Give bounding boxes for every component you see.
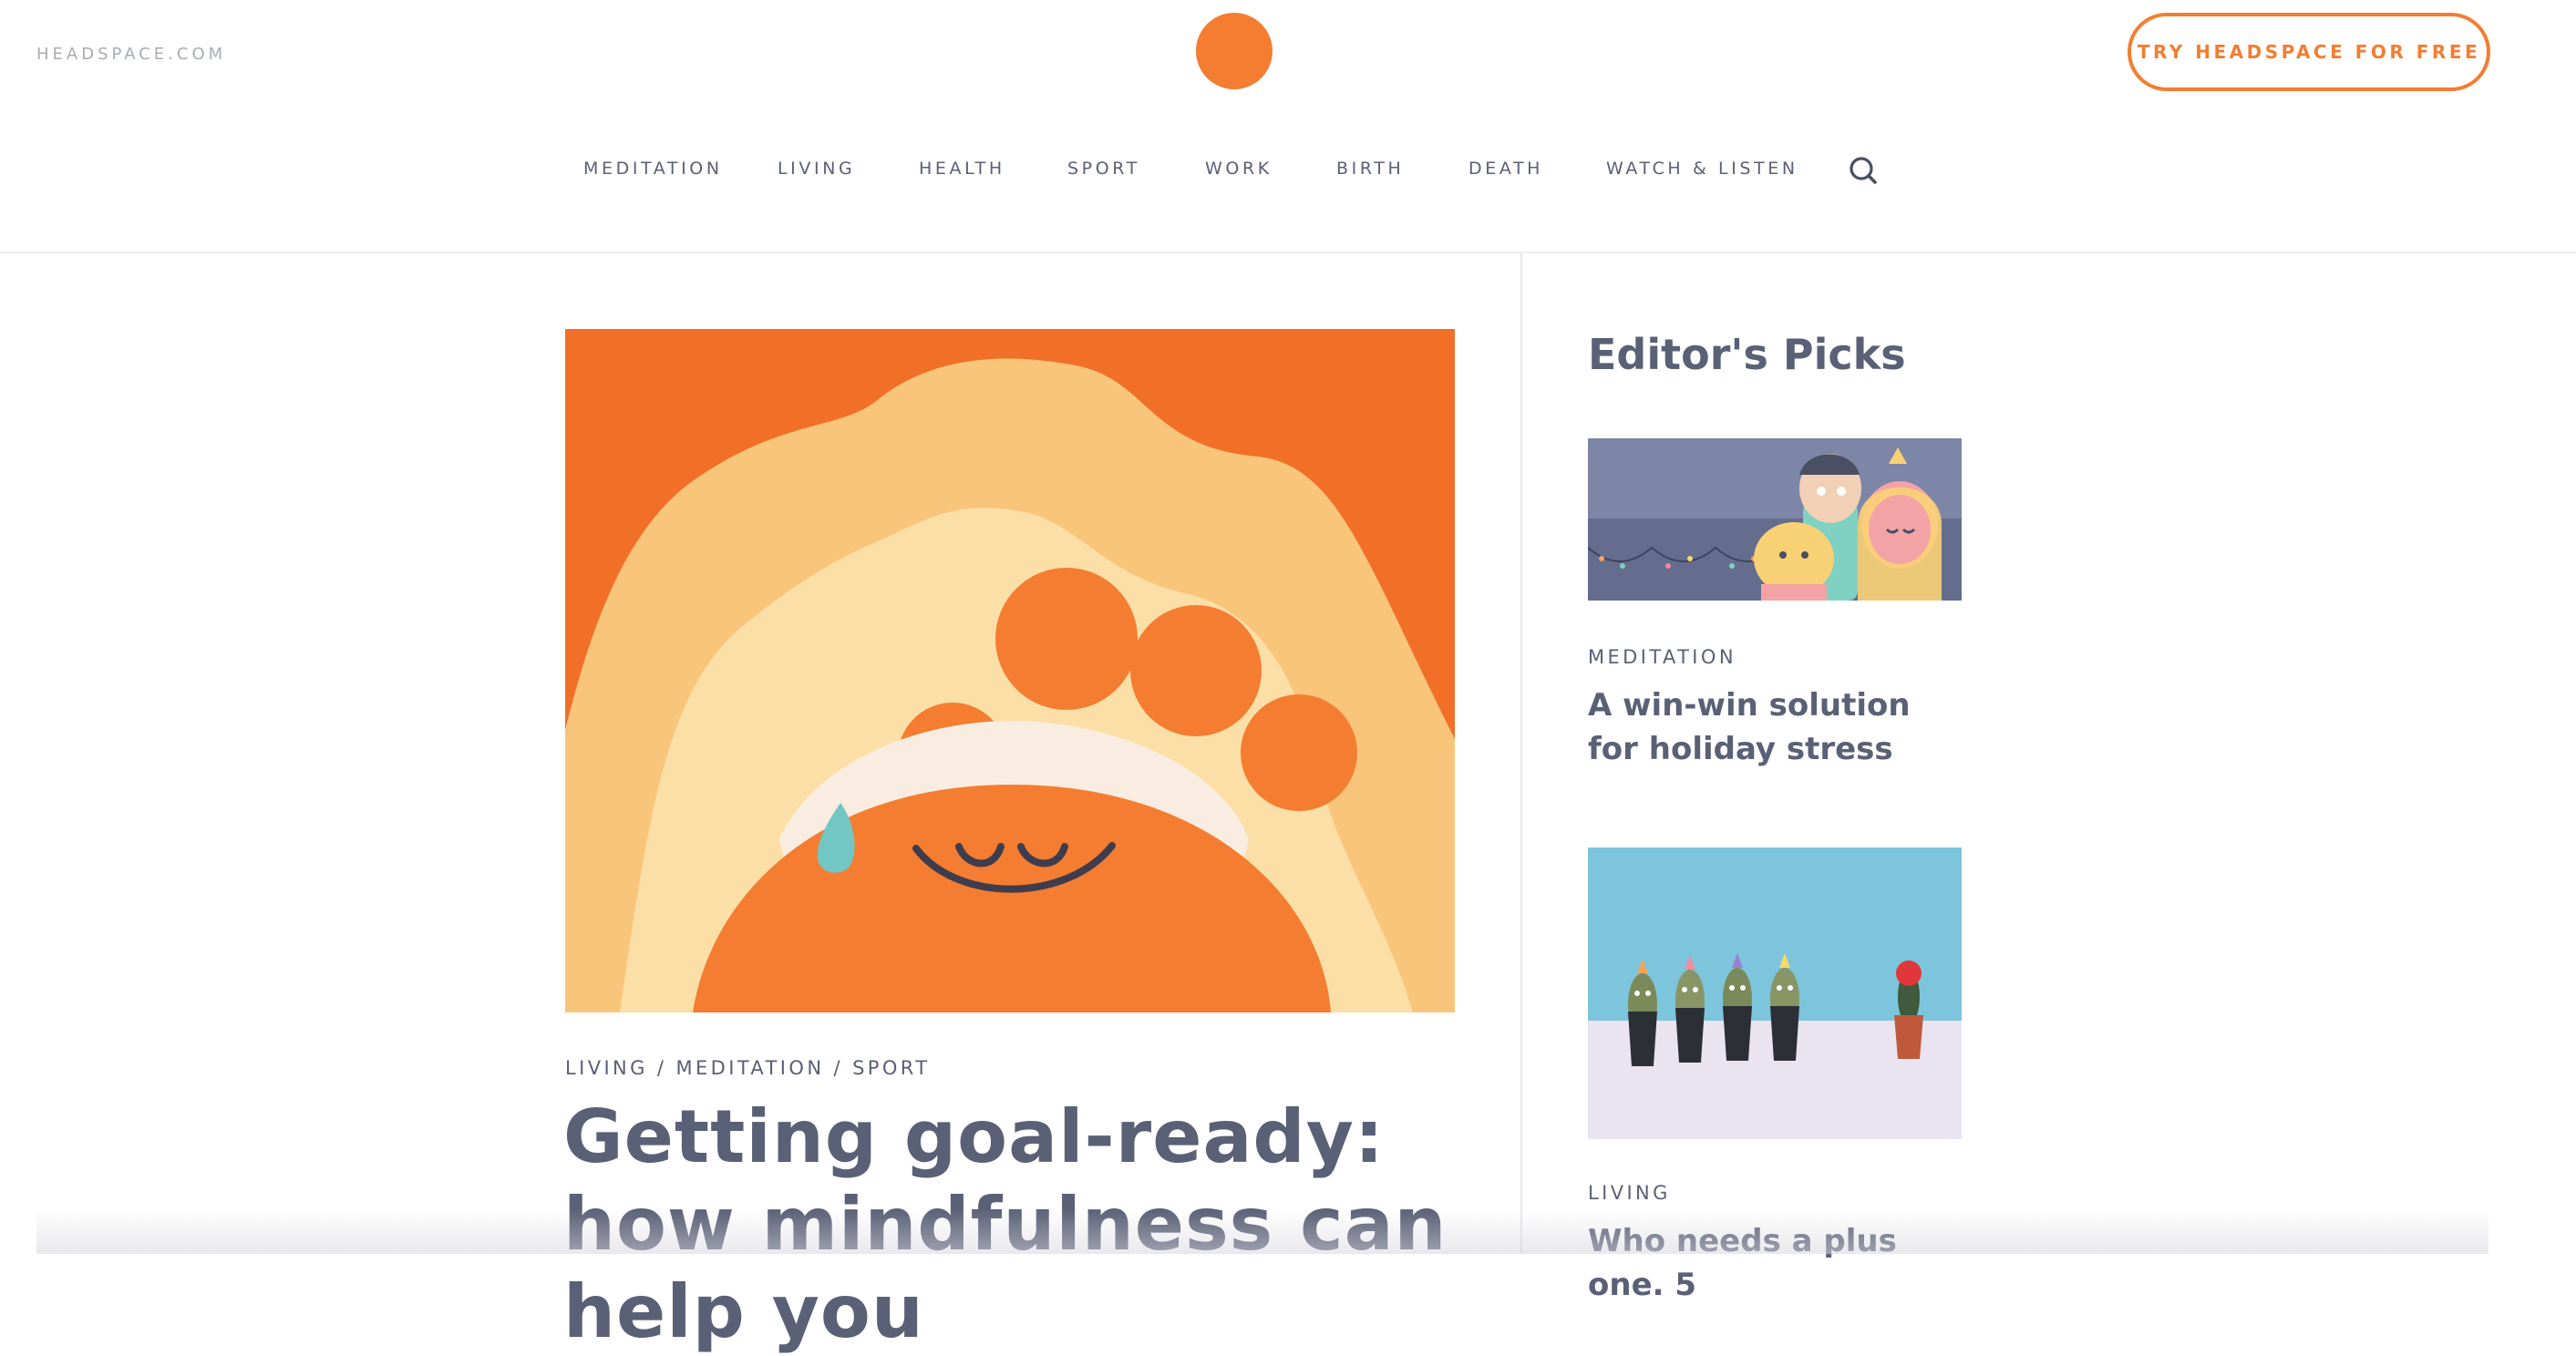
nav-item-meditation[interactable]: MEDITATION <box>583 159 723 179</box>
tag-separator: / <box>824 1057 853 1079</box>
nav-item-living[interactable]: LIVING <box>778 159 855 179</box>
tag-separator: / <box>647 1057 676 1079</box>
nav-item-health[interactable]: HEALTH <box>919 159 1005 179</box>
article-hero-image[interactable] <box>565 329 1455 1012</box>
article-tags: LIVING / MEDITATION / SPORT <box>565 1057 931 1079</box>
pick-title-plus-one[interactable]: Who needs a plus one. 5 <box>1588 1219 1971 1307</box>
pick-image-holiday-stress[interactable] <box>1588 438 1962 601</box>
main-nav: MEDITATION LIVING HEALTH SPORT WORK BIRT… <box>0 153 2576 184</box>
try-headspace-button[interactable]: TRY HEADSPACE FOR FREE <box>2128 13 2490 91</box>
article-tag-meditation[interactable]: MEDITATION <box>675 1057 824 1079</box>
pick-category-meditation[interactable]: MEDITATION <box>1588 646 1736 668</box>
article-title[interactable]: Getting goal-ready: how mindfulness can … <box>563 1094 1530 1356</box>
nav-item-sport[interactable]: SPORT <box>1067 159 1140 179</box>
pick-category-living[interactable]: LIVING <box>1588 1182 1671 1204</box>
pick-title-holiday-stress[interactable]: A win-win solution for holiday stress <box>1588 683 1971 771</box>
search-icon <box>1850 157 1877 184</box>
site-header: HEADSPACE.COM TRY HEADSPACE FOR FREE MED… <box>0 0 2576 253</box>
editors-picks-heading: Editor's Picks <box>1588 330 1906 379</box>
nav-item-birth[interactable]: BIRTH <box>1336 159 1404 179</box>
headspace-logo[interactable] <box>1196 13 1273 89</box>
search-button[interactable] <box>1845 153 1881 190</box>
nav-item-watch-listen[interactable]: WATCH & LISTEN <box>1606 159 1798 179</box>
nav-item-death[interactable]: DEATH <box>1468 159 1543 179</box>
article-tag-sport[interactable]: SPORT <box>852 1057 930 1079</box>
nav-item-work[interactable]: WORK <box>1205 159 1273 179</box>
headspace-site-link[interactable]: HEADSPACE.COM <box>36 45 226 64</box>
article-tag-living[interactable]: LIVING <box>565 1057 648 1079</box>
pick-image-plus-one[interactable] <box>1588 848 1962 1139</box>
